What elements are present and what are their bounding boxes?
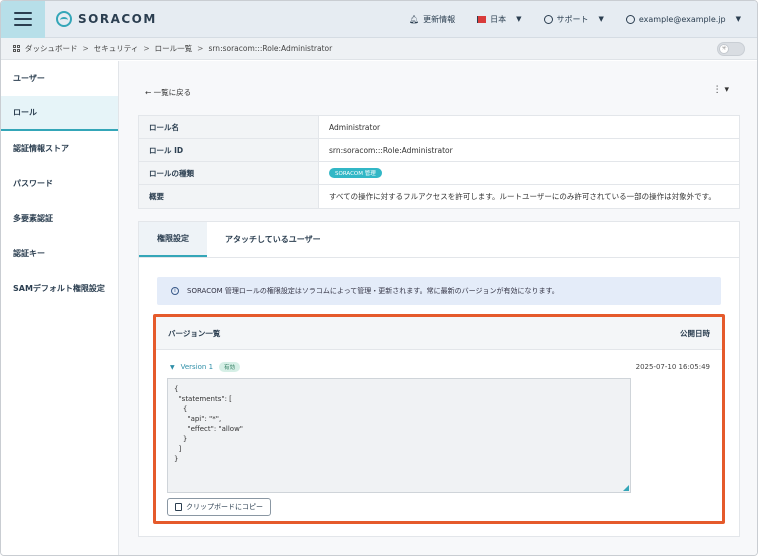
- sun-icon: ✳: [719, 44, 729, 54]
- info-icon: i: [171, 287, 179, 295]
- sidebar-item-mfa[interactable]: 多要素認証: [1, 201, 118, 236]
- support-icon: [543, 14, 553, 24]
- menu-icon[interactable]: [1, 1, 45, 38]
- sidebar-item-label: 認証情報ストア: [13, 144, 69, 153]
- info-value: Administrator: [329, 122, 381, 132]
- sidebar-item-label: ロール: [13, 108, 37, 117]
- version-date: 2025-07-10 16:05:49: [635, 363, 710, 371]
- clipboard-icon: [175, 503, 182, 511]
- permissions-card: 権限設定 アタッチしているユーザー i SORACOM 管理ロールの権限設定はソ…: [138, 221, 740, 537]
- copy-button-label: クリップボードにコピー: [186, 503, 263, 511]
- info-value: すべての操作に対するフルアクセスを許可します。ルートユーザーにのみ許可されている…: [329, 192, 716, 201]
- top-header: SORACOM 🔔︎ 更新情報 日本 ▼ サポート ▼ example@exam…: [1, 1, 757, 38]
- version-label: Version 1: [180, 363, 214, 371]
- breadcrumb-dashboard[interactable]: ダッシュボード: [25, 43, 78, 54]
- flag-icon: [477, 15, 487, 23]
- language-select[interactable]: 日本 ▼: [477, 14, 522, 25]
- news-button[interactable]: 🔔︎ 更新情報: [409, 14, 455, 25]
- soracom-logo[interactable]: SORACOM: [56, 11, 157, 27]
- notice-text: SORACOM 管理ロールの権限設定はソラコムによって管理・更新されます。常に最…: [187, 287, 559, 295]
- support-menu[interactable]: サポート ▼: [543, 14, 604, 25]
- tab-permissions[interactable]: 権限設定: [139, 222, 207, 257]
- copy-to-clipboard-button[interactable]: クリップボードにコピー: [167, 498, 271, 516]
- policy-json-textarea[interactable]: { "statements": [ { "api": "*", "effect"…: [167, 378, 631, 493]
- version-list-header: バージョン一覧 公開日時: [156, 317, 722, 350]
- caret-down-icon: ▼: [170, 363, 175, 371]
- breadcrumb-current: srn:soracom:::Role:Administrator: [208, 44, 333, 53]
- bell-icon: 🔔︎: [408, 14, 420, 24]
- account-label: example@example.jp: [638, 14, 726, 24]
- version-toggle[interactable]: ▼ Version 1 有効: [170, 362, 241, 372]
- tab-attached-users[interactable]: アタッチしているユーザー: [207, 222, 339, 257]
- breadcrumb: ダッシュボード > セキュリティ > ロール一覧 > srn:soracom::…: [1, 38, 757, 60]
- status-badge: SORACOM 管理: [329, 168, 382, 178]
- breadcrumb-roles[interactable]: ロール一覧: [155, 43, 193, 54]
- tab-bar: 権限設定 アタッチしているユーザー: [139, 222, 739, 258]
- info-key: ロール名: [139, 116, 319, 138]
- info-row-name: ロール名 Administrator: [139, 116, 739, 139]
- info-value: SORACOM 管理: [319, 168, 382, 178]
- sidebar-item-label: ユーザー: [13, 74, 45, 83]
- sidebar-item-password[interactable]: パスワード: [1, 166, 118, 201]
- theme-toggle[interactable]: ✳: [717, 42, 745, 56]
- sidebar-item-auth-keys[interactable]: 認証キー: [1, 236, 118, 271]
- chevron-down-icon: ▼: [516, 15, 522, 23]
- app-window: SORACOM 🔔︎ 更新情報 日本 ▼ サポート ▼ example@exam…: [0, 0, 758, 556]
- back-link[interactable]: ← 一覧に戻る: [145, 87, 191, 98]
- logo-text: SORACOM: [78, 12, 157, 26]
- sidebar: ユーザー ロール 認証情報ストア パスワード 多要素認証 認証キー SAMデフォ…: [1, 61, 119, 555]
- sidebar-item-users[interactable]: ユーザー: [1, 61, 118, 96]
- chevron-right-icon: >: [143, 44, 150, 53]
- sidebar-item-label: SAMデフォルト権限設定: [13, 284, 105, 293]
- info-key: 概要: [139, 185, 319, 208]
- info-value: srn:soracom:::Role:Administrator: [329, 145, 453, 155]
- sidebar-item-label: パスワード: [13, 179, 53, 188]
- soracom-logo-icon: [56, 11, 72, 27]
- published-at-header: 公開日時: [680, 328, 710, 338]
- support-label: サポート: [556, 14, 589, 24]
- dashboard-icon: [13, 45, 20, 52]
- chevron-down-icon: ▼: [735, 15, 741, 23]
- version-list-panel: バージョン一覧 公開日時 ▼ Version 1 有効 2025-07-10 1…: [153, 314, 725, 524]
- news-label: 更新情報: [423, 14, 456, 24]
- role-info-table: ロール名 Administrator ロール ID srn:soracom:::…: [138, 115, 740, 209]
- language-label: 日本: [490, 14, 507, 24]
- chevron-right-icon: >: [197, 44, 204, 53]
- sidebar-item-label: 認証キー: [13, 249, 45, 258]
- active-badge: 有効: [219, 362, 241, 372]
- more-menu-icon[interactable]: ⋮ ▾: [713, 85, 729, 95]
- info-row-desc: 概要 すべての操作に対するフルアクセスを許可します。ルートユーザーにのみ許可され…: [139, 185, 739, 208]
- chevron-right-icon: >: [82, 44, 89, 53]
- info-key: ロール ID: [139, 139, 319, 161]
- sidebar-item-roles[interactable]: ロール: [1, 96, 118, 131]
- user-icon: [625, 14, 635, 24]
- version-list-title: バージョン一覧: [168, 328, 221, 338]
- info-row-id: ロール ID srn:soracom:::Role:Administrator: [139, 139, 739, 162]
- breadcrumb-security[interactable]: セキュリティ: [94, 43, 139, 54]
- main-content: ← 一覧に戻る ⋮ ▾ ロール名 Administrator ロール ID sr…: [119, 61, 757, 555]
- sidebar-item-sam-default[interactable]: SAMデフォルト権限設定: [1, 271, 118, 306]
- chevron-down-icon: ▼: [598, 15, 604, 23]
- info-notice: i SORACOM 管理ロールの権限設定はソラコムによって管理・更新されます。常…: [157, 277, 721, 305]
- sidebar-item-label: 多要素認証: [13, 214, 53, 223]
- sidebar-item-credentials[interactable]: 認証情報ストア: [1, 131, 118, 166]
- info-key: ロールの種類: [139, 162, 319, 184]
- info-row-type: ロールの種類 SORACOM 管理: [139, 162, 739, 185]
- account-menu[interactable]: example@example.jp ▼: [625, 14, 741, 24]
